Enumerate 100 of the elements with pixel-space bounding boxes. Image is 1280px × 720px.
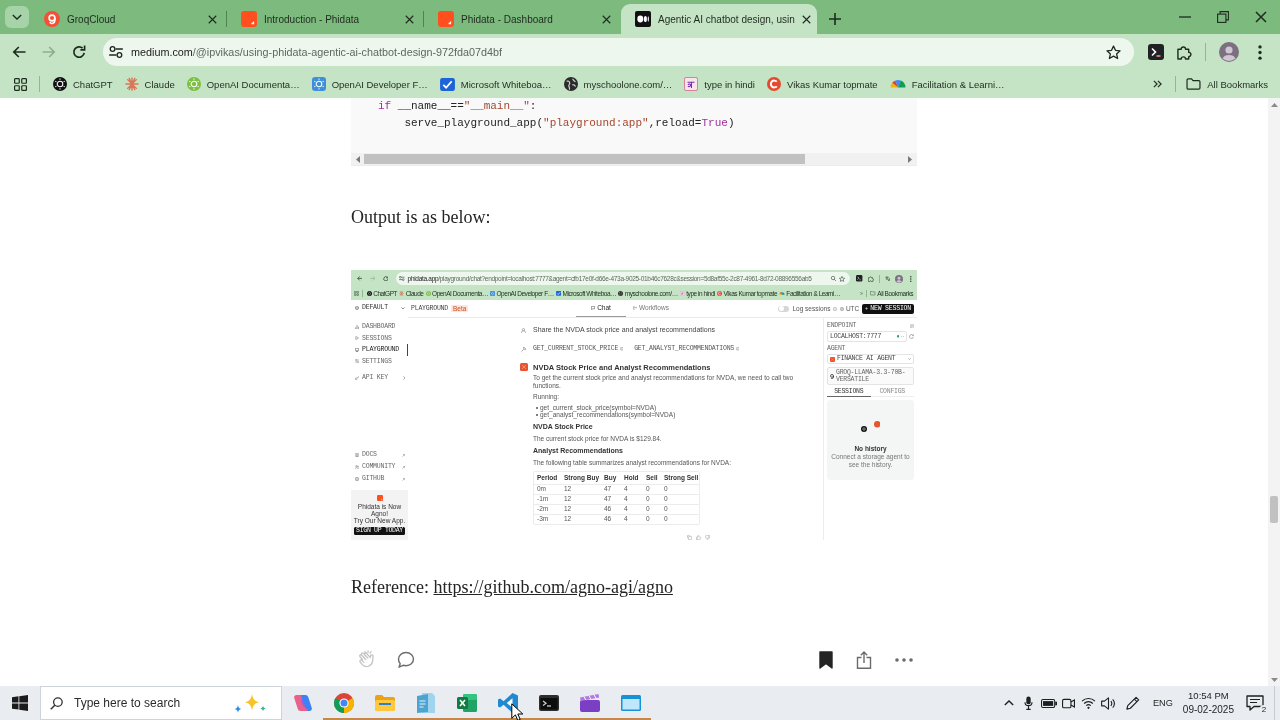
restore-icon[interactable] <box>1217 11 1229 23</box>
circle-glyph-icon <box>860 426 867 432</box>
wifi-icon[interactable] <box>1081 697 1097 709</box>
refresh-icon[interactable] <box>909 334 914 339</box>
close-icon[interactable] <box>602 14 611 24</box>
flower-logo-icon <box>366 291 372 296</box>
flower-logo-icon <box>425 291 431 296</box>
code-line: if __name__=="__main__": <box>378 99 538 114</box>
flower-logo-icon <box>311 77 326 91</box>
close-icon[interactable] <box>1255 11 1267 23</box>
browser-tab[interactable]: GroqCloud <box>30 4 226 34</box>
chevron-up-icon[interactable] <box>1003 700 1014 706</box>
bookmark-item[interactable]: Facilitation & Learni… <box>883 72 1011 96</box>
bookmark-star-icon[interactable] <box>1106 44 1121 60</box>
tab-list-button[interactable] <box>5 6 29 28</box>
bar-chart-icon <box>355 324 359 329</box>
apps-icon[interactable] <box>14 77 27 91</box>
start-icon[interactable] <box>12 695 28 711</box>
terminal-icon[interactable] <box>1148 44 1164 60</box>
avatar-icon[interactable] <box>1219 42 1239 62</box>
scroll-right-icon[interactable] <box>908 155 912 163</box>
terminal-icon[interactable] <box>856 275 863 282</box>
check-board-icon <box>555 291 562 296</box>
speaker-icon[interactable] <box>1101 696 1117 710</box>
book-icon <box>355 453 359 457</box>
browser-icon <box>333 693 354 713</box>
flower-logo-icon <box>490 291 495 296</box>
bookmark-item[interactable]: OpenAI Documenta… <box>180 72 306 96</box>
language-indicator[interactable]: ENG <box>1152 698 1173 708</box>
vertical-scrollbar[interactable] <box>1268 98 1280 686</box>
pen-icon[interactable] <box>1125 696 1140 710</box>
scroll-left-icon[interactable] <box>356 155 360 163</box>
plus-icon <box>865 307 869 310</box>
hammer-icon <box>521 346 526 352</box>
scroll-up-icon[interactable] <box>1270 103 1278 107</box>
clock-time[interactable]: 10:54 PM <box>1188 689 1229 703</box>
scrollbar-thumb[interactable] <box>364 154 805 164</box>
circle-icon <box>873 421 881 428</box>
close-icon[interactable] <box>208 14 217 24</box>
reload-icon[interactable] <box>72 45 86 59</box>
globe-icon <box>618 291 624 296</box>
translate-icon[interactable] <box>884 275 891 282</box>
chat-bubble-icon <box>591 306 596 310</box>
new-tab-icon[interactable] <box>829 13 841 25</box>
bookmark-icon[interactable] <box>819 651 833 669</box>
link[interactable]: https://github.com/agno-agi/agno <box>433 577 673 597</box>
bookmark-item[interactable]: myschoolone.com/… <box>557 72 679 96</box>
cursor-icon <box>511 703 523 720</box>
bookmark-item[interactable]: OpenAI Developer F… <box>305 72 434 96</box>
close-icon[interactable] <box>801 14 811 24</box>
bookmark-star-icon[interactable] <box>839 275 846 282</box>
notepad-icon <box>416 693 435 713</box>
scrollbar-thumb[interactable] <box>1270 496 1278 524</box>
info-icon <box>735 347 740 351</box>
horizontal-scrollbar[interactable] <box>351 153 917 165</box>
avatar-icon[interactable] <box>895 274 904 283</box>
agent-avatar-icon <box>519 362 528 371</box>
camera-icon[interactable] <box>1062 696 1076 710</box>
address-field[interactable]: medium.com/@ipvikas/using-phidata-agentic-ai-chatbot-design-972fda07d4bf <box>103 38 1134 66</box>
fan-icon <box>779 292 785 295</box>
play-icon <box>355 336 359 341</box>
ellipses-logo-icon <box>635 11 651 27</box>
folder-icon <box>374 695 395 711</box>
all-bookmarks-item[interactable]: All Bookmarks <box>1180 72 1274 96</box>
more-icon[interactable] <box>895 658 913 662</box>
thumbs-up-icon[interactable] <box>696 535 701 540</box>
search-field[interactable]: Type here to search <box>40 686 282 720</box>
browser-tab[interactable]: Introduction - Phidata <box>227 4 423 34</box>
browser-tab[interactable]: Agentic AI chatbot design, usin <box>621 4 817 34</box>
bookmark-item[interactable]: Claude <box>118 72 181 96</box>
user-icon <box>521 327 526 333</box>
notification-badge: 2 <box>1259 705 1269 715</box>
menu-icon[interactable] <box>1258 44 1262 60</box>
battery-icon[interactable] <box>1040 698 1057 708</box>
clock-date[interactable]: 09-02-2025 <box>1182 703 1234 717</box>
double-chevron-icon[interactable] <box>1153 80 1163 88</box>
puzzle-icon[interactable] <box>1177 44 1192 60</box>
bookmark-item[interactable]: ChatGPT <box>47 72 119 96</box>
bookmark-item[interactable]: type in hindi <box>678 72 761 96</box>
browser-tab[interactable]: Phidata - Dashboard <box>424 4 620 34</box>
external-link-icon <box>402 477 405 481</box>
toggle-switch[interactable] <box>778 305 790 312</box>
chevron-down-icon <box>901 335 904 338</box>
site-info-icon[interactable] <box>109 46 123 58</box>
bookmark-item[interactable]: Vikas Kumar topmate <box>761 72 884 96</box>
folder-icon <box>1186 78 1202 90</box>
comment-icon[interactable] <box>397 651 415 669</box>
back-icon[interactable] <box>12 46 26 58</box>
notification-icon[interactable] <box>1246 695 1264 711</box>
cube-icon <box>355 306 359 310</box>
close-icon[interactable] <box>405 14 414 24</box>
thumbs-down-icon[interactable] <box>705 535 710 540</box>
ring-logo-icon <box>767 77 781 91</box>
zoom-icon[interactable] <box>831 275 837 282</box>
starburst-icon <box>399 291 405 296</box>
letter-tile-icon <box>679 291 685 296</box>
bookmark-item[interactable]: Microsoft Whiteboa… <box>433 72 558 96</box>
microphone-icon[interactable] <box>1024 696 1034 710</box>
scroll-down-icon[interactable] <box>1270 678 1278 682</box>
share-icon[interactable] <box>856 651 872 669</box>
